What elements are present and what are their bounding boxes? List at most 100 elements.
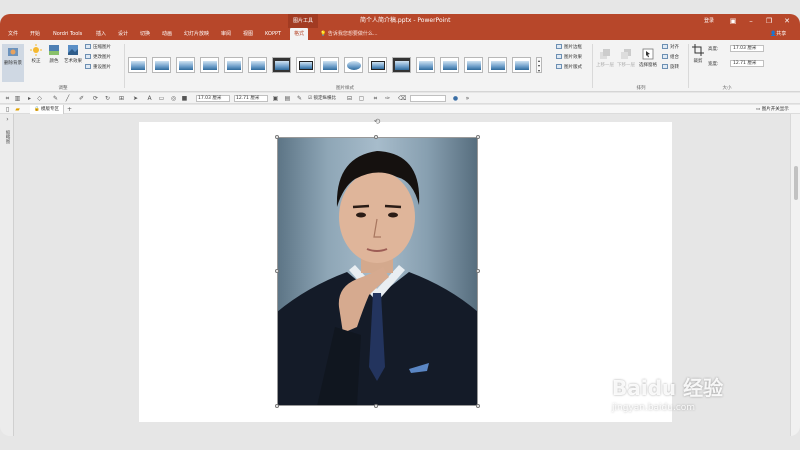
compress-pictures-button[interactable]: 压缩图片 — [85, 44, 111, 50]
picture-style-1[interactable] — [128, 57, 147, 73]
new-doc-icon[interactable]: ▯ — [4, 106, 11, 113]
pen-mini-icon[interactable]: ✎ — [52, 95, 59, 102]
portrait-picture[interactable] — [277, 137, 478, 406]
tab-nordri-tools[interactable]: Nordri Tools — [53, 28, 82, 40]
eraser-mini-icon[interactable]: ⌫ — [398, 95, 406, 102]
crop-mini-icon[interactable]: ⌗ — [4, 95, 11, 102]
picture-border-button[interactable]: 图片边框 — [556, 44, 582, 50]
tab-insert[interactable]: 插入 — [96, 28, 106, 40]
tab-format[interactable]: 格式 — [290, 28, 309, 40]
picture-style-15[interactable] — [464, 57, 483, 73]
rotate-button[interactable]: 旋转 — [662, 64, 679, 70]
fill-color-icon[interactable]: ■ — [181, 95, 188, 102]
picture-style-14[interactable] — [440, 57, 459, 73]
line-mini-icon[interactable]: ╱ — [64, 95, 71, 102]
more-mini-icon[interactable]: » — [464, 95, 471, 102]
tab-home[interactable]: 开始 — [30, 28, 40, 40]
align-mini-icon[interactable]: ⊟ — [346, 95, 353, 102]
resize-handle-bottom-left[interactable] — [275, 404, 279, 408]
brush-mini-icon[interactable]: ✐ — [78, 95, 85, 102]
change-picture-button[interactable]: 更改图片 — [85, 54, 111, 60]
picture-style-4[interactable] — [200, 57, 219, 73]
reset-picture-button[interactable]: 重设图片 — [85, 64, 111, 70]
tab-transitions[interactable]: 切换 — [140, 28, 150, 40]
doc-tab-template-zone[interactable]: 🔒 模版专区 — [30, 105, 65, 114]
picture-style-17[interactable] — [512, 57, 531, 73]
layer-mini-icon[interactable]: ▥ — [14, 95, 21, 102]
folder-mini-icon[interactable]: ▤ — [284, 95, 291, 102]
cursor-mini-icon[interactable]: ▸ — [26, 95, 33, 102]
tab-koppt[interactable]: KOPPT — [265, 28, 281, 40]
height-mini-input[interactable]: 17.03 厘米 — [196, 95, 230, 102]
resize-handle-bottom[interactable] — [374, 404, 378, 408]
close-icon[interactable]: ✕ — [780, 14, 794, 28]
picture-style-6[interactable] — [248, 57, 267, 73]
picture-style-3[interactable] — [176, 57, 195, 73]
artistic-effects-button[interactable]: 艺术效果 — [63, 44, 83, 64]
tell-me-search[interactable]: 💡 告诉我您想要做什么... — [320, 28, 378, 40]
rect-mini-icon[interactable]: ▭ — [158, 95, 165, 102]
align-button[interactable]: 对齐 — [662, 44, 679, 50]
refresh-mini-icon[interactable]: ⟳ — [92, 95, 99, 102]
tab-slideshow[interactable]: 幻灯片放映 — [184, 28, 209, 40]
minimize-icon[interactable]: – — [744, 14, 758, 28]
login-button[interactable]: 登录 — [704, 14, 714, 28]
width-mini-input[interactable]: 12.71 厘米 — [234, 95, 268, 102]
folder-icon[interactable]: ▰ — [14, 106, 21, 113]
rotate-handle-icon[interactable]: ⟲ — [373, 118, 381, 126]
picture-style-16[interactable] — [488, 57, 507, 73]
tab-file[interactable]: 文件 — [8, 28, 18, 40]
add-tab-icon[interactable]: + — [66, 106, 73, 113]
eyedropper-mini-icon[interactable]: ✑ — [384, 95, 391, 102]
tab-review[interactable]: 审阅 — [221, 28, 231, 40]
crop2-mini-icon[interactable]: ⌗ — [372, 95, 379, 102]
vertical-scrollbar[interactable] — [790, 114, 800, 436]
image-mini-icon[interactable]: ▣ — [272, 95, 279, 102]
picture-effects-button[interactable]: 图片效果 — [556, 54, 582, 60]
grid-mini-icon[interactable]: ⊞ — [118, 95, 125, 102]
scrollbar-thumb[interactable] — [794, 166, 798, 200]
lock-ratio-checkbox[interactable]: ☑ 锁定纵横比 — [308, 95, 336, 102]
share-button[interactable]: 👤共享 — [770, 28, 786, 40]
resize-handle-top[interactable] — [374, 135, 378, 139]
resize-handle-right[interactable] — [476, 269, 480, 273]
circle-mini-icon[interactable]: ◎ — [170, 95, 177, 102]
style-dropdown[interactable] — [410, 95, 446, 102]
tab-animations[interactable]: 动画 — [162, 28, 172, 40]
height-input[interactable]: 17.03 厘米 — [730, 45, 764, 52]
selection-pane-button[interactable]: 选择窗格 — [638, 48, 658, 68]
frame-mini-icon[interactable]: ▢ — [358, 95, 365, 102]
redo-mini-icon[interactable]: ↻ — [104, 95, 111, 102]
group-button[interactable]: 组合 — [662, 54, 679, 60]
picture-style-9[interactable] — [320, 57, 339, 73]
picture-style-12[interactable] — [392, 57, 411, 73]
picture-toggle-label[interactable]: ▭ 图片开关显示 — [756, 106, 789, 113]
picture-layout-button[interactable]: 图片版式 — [556, 64, 582, 70]
ribbon-display-icon[interactable]: ▣ — [726, 14, 740, 28]
paint-bucket-icon[interactable]: ● — [452, 95, 459, 102]
pointer-mini-icon[interactable]: ➤ — [132, 95, 139, 102]
resize-handle-bottom-right[interactable] — [476, 404, 480, 408]
picture-style-7[interactable] — [272, 57, 291, 73]
picture-style-8[interactable] — [296, 57, 315, 73]
send-backward-button[interactable]: 下移一层 — [617, 48, 635, 68]
bring-forward-button[interactable]: 上移一层 — [596, 48, 614, 68]
gallery-scroll-icon[interactable]: ▴ ▾ ▾ — [536, 57, 542, 73]
shape-mini-icon[interactable]: ◇ — [36, 95, 43, 102]
picture-style-2[interactable] — [152, 57, 171, 73]
text-mini-icon[interactable]: A — [146, 95, 153, 102]
picture-style-11[interactable] — [368, 57, 387, 73]
resize-handle-top-right[interactable] — [476, 135, 480, 139]
picture-style-5[interactable] — [224, 57, 243, 73]
remove-background-button[interactable]: 删除背景 — [2, 44, 24, 82]
edit-mini-icon[interactable]: ✎ — [296, 95, 303, 102]
expand-pane-icon[interactable]: › — [4, 116, 11, 123]
crop-button[interactable]: 裁剪 — [691, 44, 705, 64]
tab-view[interactable]: 视图 — [243, 28, 253, 40]
width-input[interactable]: 12.71 厘米 — [730, 60, 764, 67]
tab-design[interactable]: 设计 — [118, 28, 128, 40]
resize-handle-top-left[interactable] — [275, 135, 279, 139]
picture-style-10[interactable] — [344, 57, 363, 73]
picture-style-13[interactable] — [416, 57, 435, 73]
restore-icon[interactable]: ❐ — [762, 14, 776, 28]
